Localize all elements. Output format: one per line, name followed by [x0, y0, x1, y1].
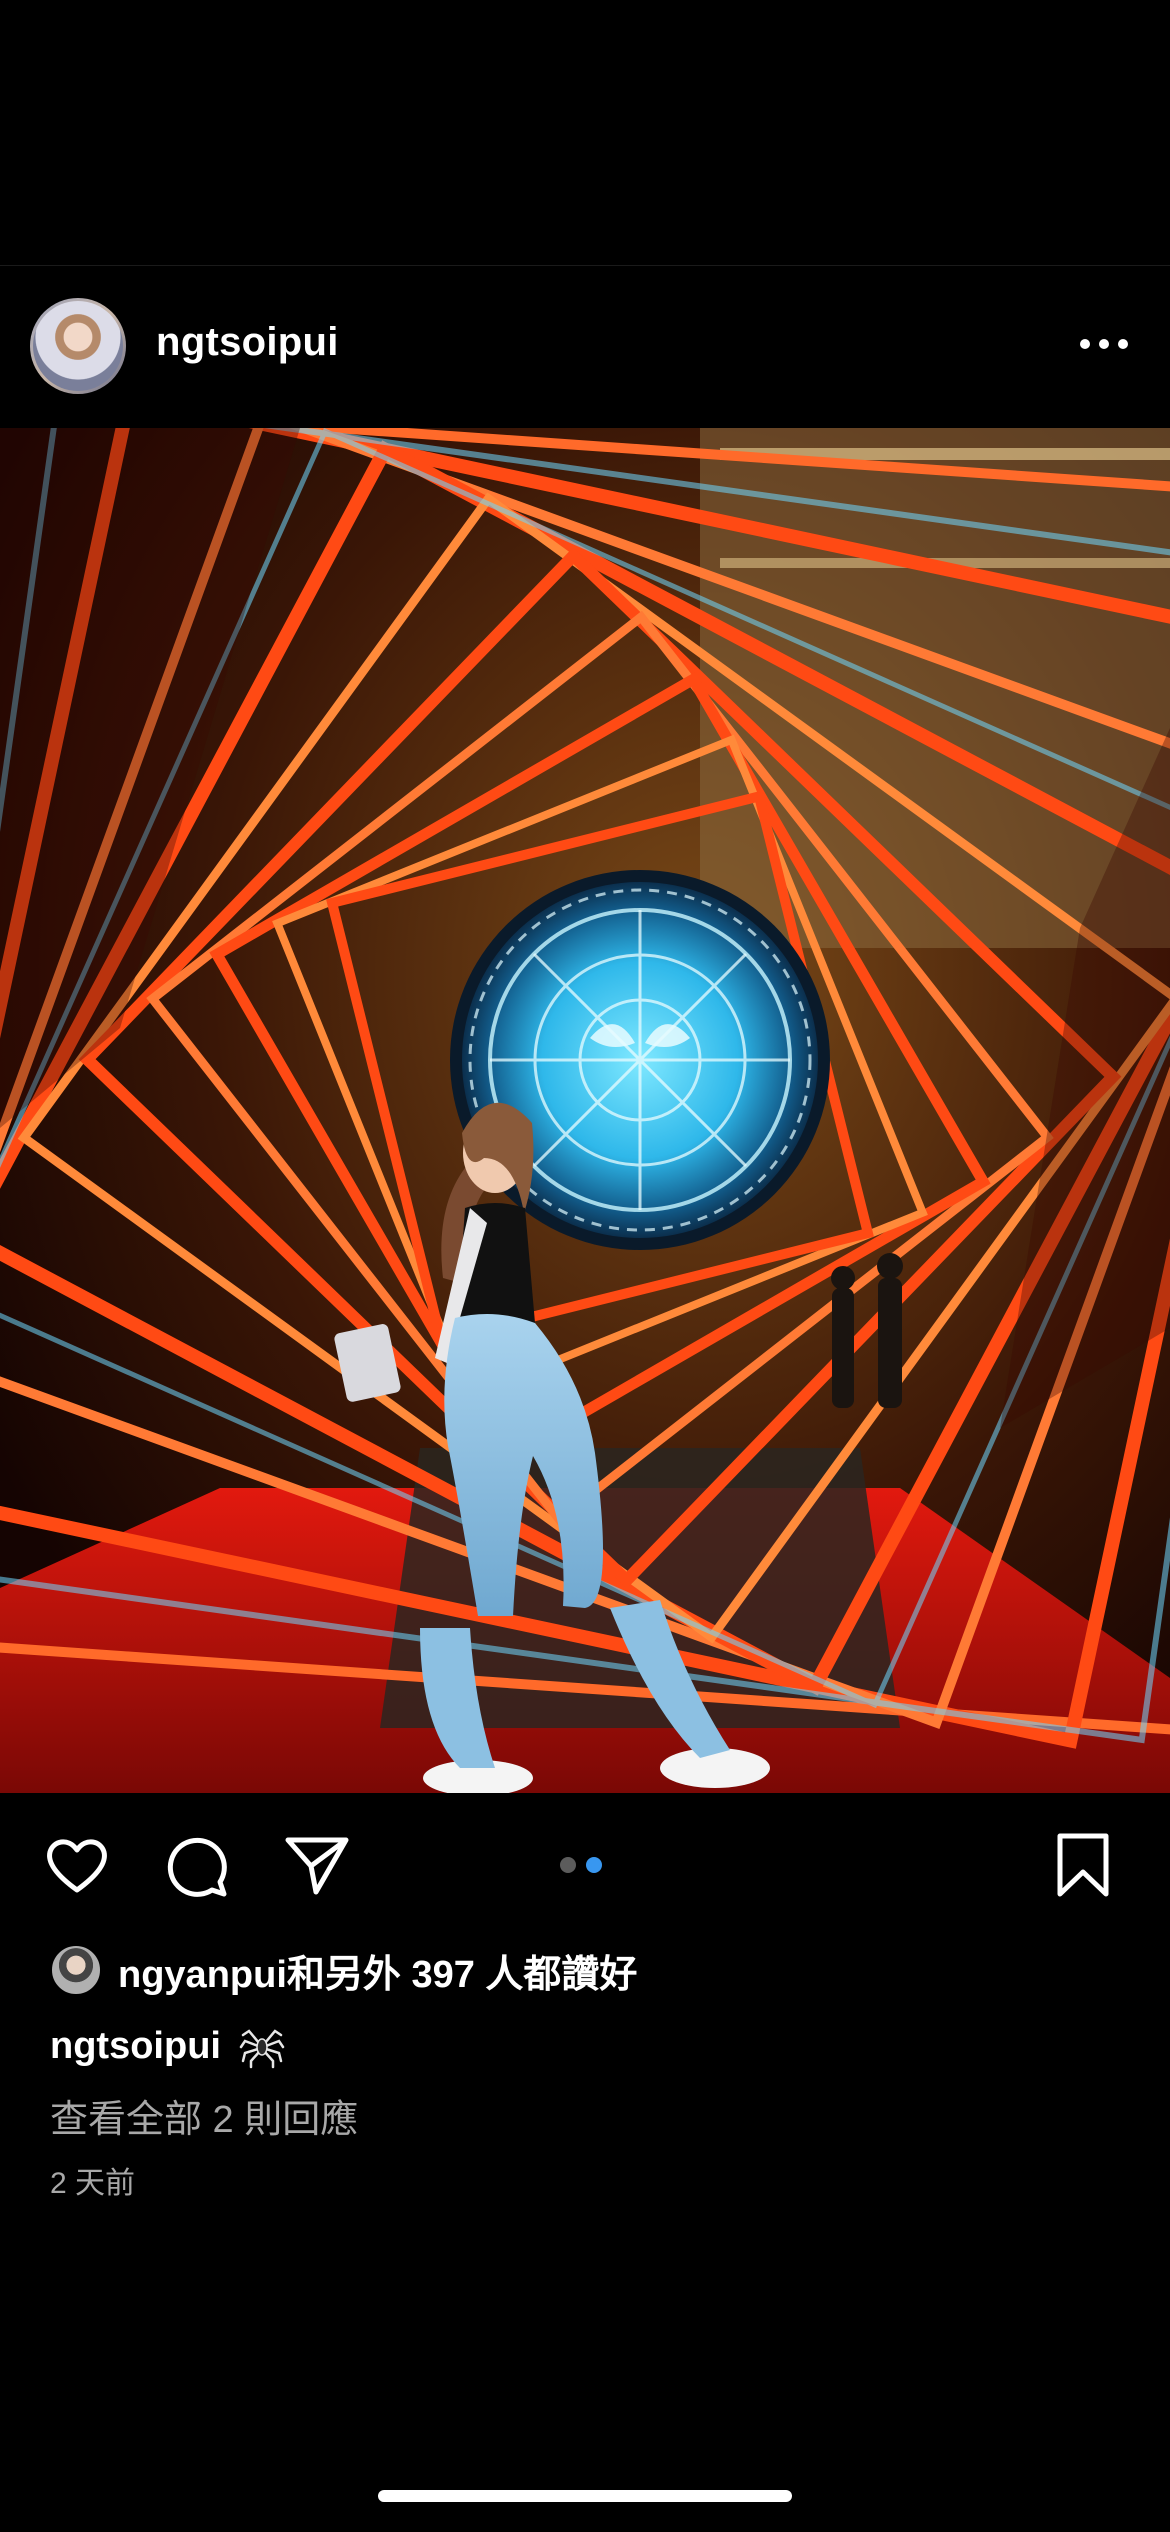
more-horizontal-icon[interactable]	[1080, 334, 1128, 354]
post-username[interactable]: ngtsoipui	[156, 320, 339, 365]
caption: ngtsoipui	[50, 2018, 285, 2074]
avatar[interactable]	[30, 298, 126, 394]
spider-icon	[239, 2029, 285, 2069]
carousel-dot	[560, 1857, 576, 1873]
send-icon[interactable]	[282, 1830, 352, 1900]
post-timestamp: 2 天前	[50, 2167, 136, 2200]
top-divider	[0, 265, 1170, 266]
action-bar	[0, 1830, 1170, 1900]
home-indicator[interactable]	[378, 2490, 792, 2502]
caption-username[interactable]: ngtsoipui	[50, 2025, 221, 2068]
post-photo[interactable]	[0, 428, 1170, 1793]
comment-icon[interactable]	[162, 1830, 232, 1900]
liker-avatar	[50, 1944, 102, 1996]
avatar-image	[33, 301, 123, 391]
heart-icon[interactable]	[42, 1830, 112, 1900]
carousel-indicator	[560, 1857, 602, 1873]
bookmark-icon[interactable]	[1048, 1830, 1118, 1900]
view-all-comments-link[interactable]: 查看全部 2 則回應	[50, 2088, 358, 2143]
post-header: ngtsoipui	[0, 290, 1170, 402]
carousel-dot-active	[586, 1857, 602, 1873]
likes-text: ngyanpui和另外 397 人都讚好	[118, 1953, 638, 1996]
likes-summary[interactable]: ngyanpui和另外 397 人都讚好	[50, 1942, 637, 1998]
